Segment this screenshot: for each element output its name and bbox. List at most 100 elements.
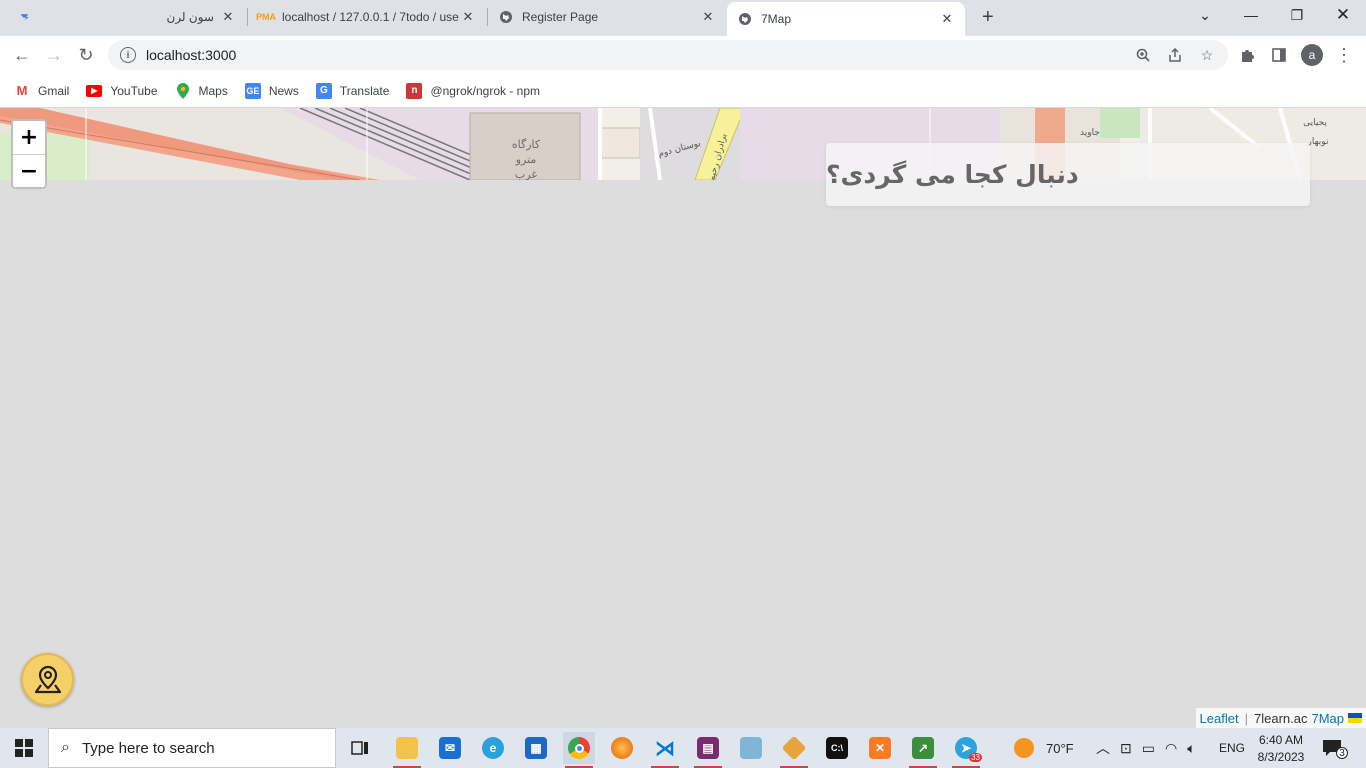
npm-icon: n [406,82,423,99]
forward-button[interactable]: → [39,41,69,69]
address-url[interactable]: localhost:3000 [146,47,236,63]
sevenlearn-logo-icon [20,14,29,21]
reload-icon: ↻ [78,44,94,65]
bookmark-label: Translate [339,83,390,98]
map-label: غرب [515,168,537,180]
taskbar-store[interactable]: ▦ [520,732,552,764]
windows-taskbar: ⌕ Type here to search ✉ e ▦ ⋊ ▤ C:\ ✕ ↗ … [0,728,1366,768]
tab-title: localhost / 127.0.0.1 / 7todo / use [282,10,459,24]
bookmark-gmail[interactable]: M Gmail [14,83,70,99]
arrow-right-icon: → [45,44,63,65]
taskbar-mail[interactable]: ✉ [434,732,466,764]
taskbar-vscode[interactable]: ⋊ [649,732,681,768]
taskbar-git[interactable] [778,732,810,768]
taskbar-telegram[interactable]: ➤ 33 [950,732,982,768]
clock[interactable]: 6:40 AM 8/3/2023 [1256,728,1306,768]
info-icon[interactable]: i [120,47,136,63]
location-search-box[interactable]: دنبال کجا می گردی؟ [826,143,1310,206]
close-icon[interactable]: ✕ [220,9,236,25]
task-view-icon [351,741,368,755]
mail-icon: ✉ [439,737,461,759]
tab-7map[interactable]: 7Map ✕ [727,2,965,36]
store-icon: ▦ [525,737,547,759]
leaflet-link[interactable]: Leaflet [1200,711,1239,726]
battery-icon[interactable]: ▭ [1142,740,1155,757]
clock-time: 6:40 AM [1258,732,1304,747]
taskbar-chrome[interactable] [563,732,595,768]
bookmark-ngrok[interactable]: n @ngrok/ngrok - npm [406,82,540,99]
winrar-icon: ▤ [697,737,719,759]
taskbar-taskmanager[interactable]: ↗ [907,732,939,768]
bookmark-label: Maps [198,83,228,98]
new-tab-button[interactable]: + [972,0,1002,34]
arrow-left-icon: ← [13,44,31,65]
attribution-brand-link[interactable]: 7Map [1311,711,1344,726]
tab-register-page[interactable]: Register Page ✕ [488,0,726,34]
back-button[interactable]: ← [7,41,37,69]
taskbar-search[interactable]: ⌕ Type here to search [48,728,336,768]
taskbar-search-placeholder: Type here to search [81,739,215,757]
chevron-up-icon[interactable]: ︿ [1096,738,1110,758]
map-attribution: Leaflet | 7learn.ac 7Map [1195,708,1366,728]
close-icon[interactable]: ✕ [460,9,476,25]
taskbar-winrar[interactable]: ▤ [692,732,724,768]
bookmark-maps[interactable]: Maps [175,82,228,99]
taskbar-edge[interactable]: e [477,732,509,764]
share-icon[interactable] [1160,40,1190,70]
restore-icon: ❐ [1290,6,1304,23]
notification-center-button[interactable]: 3 [1322,728,1348,768]
bookmark-star-icon[interactable]: ☆ [1192,40,1222,70]
menu-button[interactable]: ⋮ [1329,41,1359,69]
search-prompt: دنبال کجا می گردی؟ [826,160,1079,189]
weather-temp: 70°F [1046,740,1074,756]
plus-icon: + [982,5,994,28]
map-container[interactable]: کارگاه مترو غرب بوستان دوم برادران رحیم … [0,108,1366,728]
zoom-control: + − [11,119,47,189]
bookmark-news[interactable]: GE News [244,82,299,99]
bookmark-label: Gmail [38,83,70,98]
tab-phpmyadmin[interactable]: PMA localhost / 127.0.0.1 / 7todo / use … [248,0,486,34]
zoom-icon[interactable] [1128,40,1158,70]
address-bar[interactable]: i localhost:3000 ☆ [108,40,1228,70]
taskbar-app[interactable] [735,732,767,764]
zoom-out-button[interactable]: − [13,154,45,187]
taskbar-firefox[interactable] [606,732,638,764]
tab-search-button[interactable] [10,0,40,34]
weather-widget[interactable]: 70°F [1014,728,1074,768]
profile-button[interactable]: a [1297,41,1327,69]
extensions-button[interactable] [1232,41,1262,69]
minimize-icon: — [1244,7,1258,23]
language-indicator[interactable]: ENG [1219,728,1245,768]
volume-icon[interactable]: 🔈︎ [1187,740,1195,757]
tab-sevenlearn[interactable]: سون لرن ✕ [40,0,246,34]
tab-title: 7Map [761,12,792,26]
maps-icon [175,82,191,99]
language-label: ENG [1219,741,1246,755]
minimize-button[interactable]: — [1228,0,1274,30]
current-location-button[interactable] [21,653,74,706]
side-panel-icon [1272,48,1286,62]
close-icon[interactable]: ✕ [939,11,955,27]
avatar: a [1301,44,1323,66]
reload-button[interactable]: ↻ [71,41,101,69]
close-icon[interactable]: ✕ [700,9,716,25]
location-pin-icon [34,665,61,693]
wifi-icon[interactable]: ◠ [1165,740,1177,757]
zoom-in-button[interactable]: + [13,121,45,154]
side-panel-button[interactable] [1264,41,1294,69]
maximize-button[interactable]: ❐ [1274,0,1320,30]
taskbar-file-explorer[interactable] [391,732,423,768]
firefox-icon [611,737,633,759]
bookmark-youtube[interactable]: ▶ YouTube [86,84,158,98]
start-button[interactable] [8,732,40,764]
globe-icon [737,11,753,27]
close-window-button[interactable]: ✕ [1320,0,1366,30]
taskbar-terminal[interactable]: C:\ [821,732,853,764]
task-view-button[interactable] [344,732,376,764]
map-label: یحیایی [1303,118,1327,128]
meet-icon[interactable]: ⊡ [1120,740,1132,757]
translate-icon: G [315,82,332,99]
tab-search-dropdown[interactable]: ⌄ [1182,0,1228,30]
bookmark-translate[interactable]: G Translate [315,82,390,99]
taskbar-xampp[interactable]: ✕ [864,732,896,764]
